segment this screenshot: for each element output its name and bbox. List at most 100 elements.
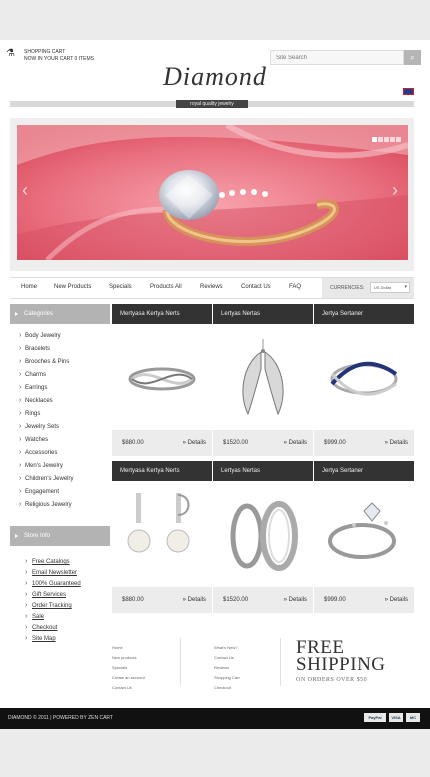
nav-home[interactable]: Home <box>21 284 37 290</box>
diamond-ring-icon <box>328 502 396 559</box>
store-info-link[interactable]: Free Catalogs <box>25 558 70 565</box>
category-link[interactable]: Rings <box>19 410 40 417</box>
site-logo[interactable]: Diamond <box>150 62 280 92</box>
category-link[interactable]: Watches <box>19 436 48 443</box>
footer-link[interactable]: Shopping Cart <box>214 675 240 680</box>
slider-dot[interactable] <box>396 137 401 142</box>
product-title[interactable]: Mertyasa Kertya Nerts <box>112 461 212 481</box>
store-info-link[interactable]: 100% Guaranteed <box>25 580 81 587</box>
category-link[interactable]: Body Jewelry <box>19 332 61 339</box>
nav-reviews[interactable]: Reviews <box>200 284 223 290</box>
category-link[interactable]: Religious Jewelry <box>19 501 72 508</box>
category-link[interactable]: Engagement <box>19 488 59 495</box>
slider-dot[interactable] <box>384 137 389 142</box>
slider-dot[interactable] <box>378 137 383 142</box>
category-link[interactable]: Bracelets <box>19 345 50 352</box>
product-image[interactable] <box>314 324 414 430</box>
slider-prev-icon[interactable]: ‹ <box>22 180 28 201</box>
footer-link[interactable]: Checkout <box>214 685 231 690</box>
details-link[interactable]: » Details <box>385 440 408 446</box>
product-price: $999.00 <box>324 440 346 446</box>
slider-next-icon[interactable]: › <box>392 180 398 201</box>
product-card[interactable]: Jertya Sertaner $999.00 » Details <box>314 304 414 456</box>
shopping-cart-icon[interactable]: ⚗ <box>6 48 18 60</box>
product-price: $1520.00 <box>223 597 249 603</box>
product-card[interactable]: Lertyas Nertas $1520.00 » Details <box>213 461 313 613</box>
details-link[interactable]: » Details <box>284 440 307 446</box>
slider-pagination[interactable] <box>372 129 402 147</box>
footer-link[interactable]: Contact Us <box>214 655 234 660</box>
store-info-link[interactable]: Email Newsletter <box>25 569 77 576</box>
details-link[interactable]: » Details <box>284 597 307 603</box>
category-link[interactable]: Necklaces <box>19 397 53 404</box>
search-input[interactable] <box>270 50 404 65</box>
angel-wings-pendant-icon <box>242 339 284 416</box>
category-link[interactable]: Brooches & Pins <box>19 358 69 365</box>
details-link[interactable]: » Details <box>183 597 206 603</box>
free-shipping-subtitle: SHIPPING <box>296 654 386 675</box>
product-footer: $999.00 » Details <box>314 587 414 613</box>
product-title[interactable]: Lertyas Nertas <box>213 304 313 324</box>
footer-link[interactable]: Home <box>112 645 123 650</box>
details-link[interactable]: » Details <box>183 440 206 446</box>
footer-link[interactable]: What's New? <box>214 645 237 650</box>
product-image[interactable] <box>213 324 313 430</box>
product-footer: $880.00 » Details <box>112 587 212 613</box>
nav-products-all[interactable]: Products All <box>150 284 182 290</box>
store-info-link[interactable]: Site Map <box>25 635 56 642</box>
product-title[interactable]: Lertyas Nertas <box>213 461 313 481</box>
footer-link[interactable]: Reviews <box>214 665 229 670</box>
product-image[interactable] <box>213 481 313 587</box>
store-info-link[interactable]: Checkout <box>25 624 57 631</box>
product-card[interactable]: Lertyas Nertas $1520.00 » Details <box>213 304 313 456</box>
category-link[interactable]: Accessories <box>19 449 57 456</box>
details-link[interactable]: » Details <box>385 597 408 603</box>
hero-slider <box>17 125 408 260</box>
product-title[interactable]: Jertya Sertaner <box>314 461 414 481</box>
slider-dot[interactable] <box>390 137 395 142</box>
store-info-link[interactable]: Sale <box>25 613 44 620</box>
store-info-link[interactable]: Order Tracking <box>25 602 72 609</box>
tagline: royal quality jewelry <box>176 100 248 108</box>
product-price: $1520.00 <box>223 440 249 446</box>
copyright: DIAMOND © 2011 | POWERED BY ZEN CART <box>8 715 114 721</box>
category-link[interactable]: Men's Jewelry <box>19 462 63 469</box>
category-link[interactable]: Charms <box>19 371 46 378</box>
product-image[interactable] <box>112 481 212 587</box>
page: ⚗ SHOPPING CART NOW IN YOUR CART 0 ITEMS… <box>0 40 430 708</box>
footer-link[interactable]: New products <box>112 655 136 660</box>
cart-title[interactable]: SHOPPING CART <box>24 49 65 55</box>
category-link[interactable]: Children's Jewelry <box>19 475 73 482</box>
product-card[interactable]: Mertyasa Kertya Nerts $880.00 » Details <box>112 461 212 613</box>
twisted-ring-icon <box>128 367 196 391</box>
product-footer: $880.00 » Details <box>112 430 212 456</box>
store-info-link[interactable]: Gift Services <box>25 591 66 598</box>
ring-on-rose-image <box>17 125 408 260</box>
footer-link[interactable]: Specials <box>112 665 127 670</box>
uk-flag-icon[interactable] <box>403 88 414 95</box>
product-image[interactable] <box>314 481 414 587</box>
paypal-icon: PayPal <box>364 713 386 722</box>
footer-divider <box>180 638 181 686</box>
category-link[interactable]: Jewelry Sets <box>19 423 59 430</box>
product-title[interactable]: Mertyasa Kertya Nerts <box>112 304 212 324</box>
footer-link[interactable]: Contact Us <box>112 685 132 690</box>
slider-dot[interactable] <box>372 137 377 142</box>
category-link[interactable]: Earrings <box>19 384 47 391</box>
product-card[interactable]: Jertya Sertaner $999.00 » Details <box>314 461 414 613</box>
nav-contact-us[interactable]: Contact Us <box>241 284 271 290</box>
footer-link[interactable]: Create an account <box>112 675 145 680</box>
pearl-earrings-icon <box>127 493 190 553</box>
store-info-heading: Store Info <box>10 526 110 546</box>
currencies-label: CURRENCIES: <box>330 285 365 291</box>
product-card[interactable]: Mertyasa Kertya Nerts $880.00 » Details <box>112 304 212 456</box>
product-title[interactable]: Jertya Sertaner <box>314 304 414 324</box>
nav-new-products[interactable]: New Products <box>54 284 91 290</box>
nav-specials[interactable]: Specials <box>109 284 132 290</box>
product-price: $999.00 <box>324 597 346 603</box>
currency-value: US Dollar <box>374 285 392 290</box>
nav-faq[interactable]: FAQ <box>289 284 301 290</box>
product-image[interactable] <box>112 324 212 430</box>
currency-select[interactable]: US Dollar ▾ <box>370 282 410 293</box>
search-button[interactable]: ⌕ <box>404 50 421 65</box>
